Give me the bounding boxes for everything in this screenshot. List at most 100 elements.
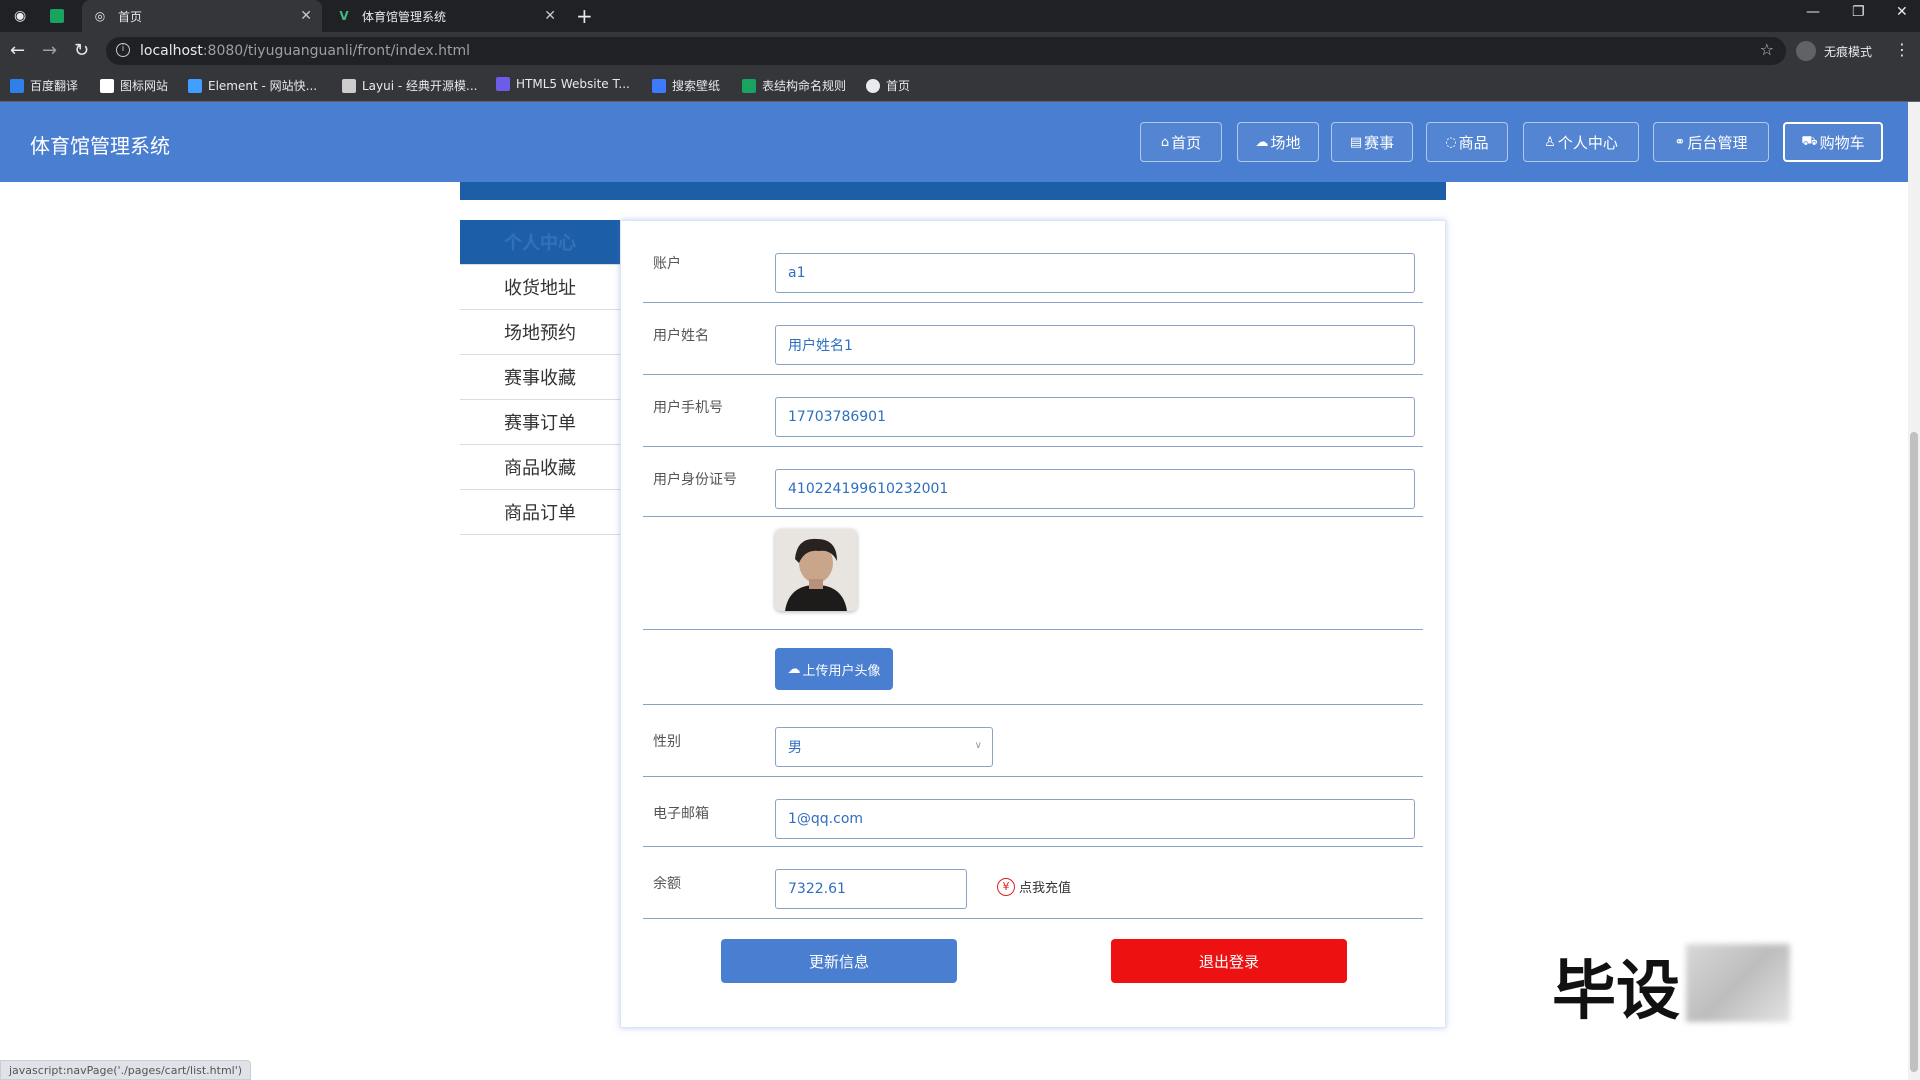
event-icon: ▤ xyxy=(1349,134,1363,150)
vue-icon: V xyxy=(339,9,349,23)
globe-icon xyxy=(866,78,880,93)
form-row-account: 账户 a1 xyxy=(643,221,1423,303)
profile-form: 账户 a1 用户姓名 用户姓名1 用户手机号 17703786901 用户身份证… xyxy=(620,220,1446,1028)
html5-icon xyxy=(496,77,510,91)
flag-icon xyxy=(100,78,114,93)
logout-button[interactable]: 退出登录 xyxy=(1111,939,1347,983)
form-row-id-card: 用户身份证号 410224199610232001 xyxy=(643,447,1423,517)
field-label: 用户姓名 xyxy=(653,328,709,344)
minimize-icon[interactable]: — xyxy=(1806,4,1820,20)
incognito-icon xyxy=(1796,41,1816,61)
bookmark-item[interactable]: HTML5 Website T... xyxy=(496,77,630,91)
sheet-icon xyxy=(742,78,756,93)
account-field[interactable]: a1 xyxy=(775,253,1415,293)
tab-title: 体育馆管理系统 xyxy=(362,9,447,24)
side-item-venue-booking[interactable]: 场地预约 xyxy=(460,310,620,355)
side-item-event-favorites[interactable]: 赛事收藏 xyxy=(460,355,620,400)
bookmark-item[interactable]: 表结构命名规则 xyxy=(742,77,846,94)
side-item-personal-center[interactable]: 个人中心 xyxy=(460,220,620,265)
wallpaper-icon xyxy=(652,78,666,93)
bookmark-item[interactable]: 百度翻译 xyxy=(10,77,78,94)
browser-menu-icon[interactable]: ⋮ xyxy=(1894,40,1910,59)
balance-field: 7322.61 xyxy=(775,869,967,909)
bookmark-item[interactable]: 搜索壁纸 xyxy=(652,77,720,94)
field-label: 账户 xyxy=(653,256,681,272)
chevron-down-icon: ∨ xyxy=(974,740,982,751)
tab-system[interactable]: V 体育馆管理系统 ✕ xyxy=(326,0,566,32)
bookmark-item[interactable]: Layui - 经典开源模... xyxy=(342,77,477,94)
close-icon[interactable]: ✕ xyxy=(300,8,312,24)
bookmark-item[interactable]: Element - 网站快... xyxy=(188,77,317,94)
close-icon[interactable]: ✕ xyxy=(544,8,556,24)
translate-icon xyxy=(10,78,24,93)
nav-cart[interactable]: ⛟ 购物车 xyxy=(1783,122,1883,162)
new-tab-button[interactable]: + xyxy=(576,4,593,28)
bookmark-item[interactable]: 图标网站 xyxy=(100,77,168,94)
watermark-blur xyxy=(1686,944,1790,1022)
sheet-icon xyxy=(50,9,64,23)
close-window-icon[interactable]: ✕ xyxy=(1896,4,1908,20)
form-row-balance: 余额 7322.61 ¥ 点我充值 xyxy=(643,847,1423,919)
cart-icon: ⛟ xyxy=(1801,133,1818,149)
field-label: 用户身份证号 xyxy=(653,472,737,488)
nav-personal-center[interactable]: ♙ 个人中心 xyxy=(1523,122,1639,162)
incognito-label: 无痕模式 xyxy=(1824,44,1873,59)
info-icon[interactable]: i xyxy=(116,43,130,57)
goods-icon: ◌ xyxy=(1445,134,1457,150)
bookmark-star-icon[interactable]: ☆ xyxy=(1760,40,1774,59)
avatar xyxy=(775,529,857,611)
forward-icon[interactable]: → xyxy=(42,40,57,61)
nav-admin[interactable]: ⚭ 后台管理 xyxy=(1653,122,1769,162)
form-row-email: 电子邮箱 1@qq.com xyxy=(643,777,1423,847)
id-card-field[interactable]: 410224199610232001 xyxy=(775,469,1415,509)
tab-title: 首页 xyxy=(118,9,143,24)
side-item-goods-orders[interactable]: 商品订单 xyxy=(460,490,620,535)
name-field[interactable]: 用户姓名1 xyxy=(775,325,1415,365)
field-label: 用户手机号 xyxy=(653,400,723,416)
watermark-text: 毕设 xyxy=(1552,955,1680,1029)
reload-icon[interactable]: ↻ xyxy=(74,40,89,61)
globe-icon: ◎ xyxy=(94,9,106,23)
side-item-address[interactable]: 收货地址 xyxy=(460,265,620,310)
page-banner xyxy=(460,182,1446,200)
phone-field[interactable]: 17703786901 xyxy=(775,397,1415,437)
app-title: 体育馆管理系统 xyxy=(30,134,170,158)
url-text: localhost:8080/tiyuguanguanli/front/inde… xyxy=(140,43,471,59)
incognito-indicator[interactable]: 无痕模式 xyxy=(1796,41,1872,61)
yen-icon: ¥ xyxy=(997,877,1015,896)
user-icon: ♙ xyxy=(1544,134,1556,150)
field-label: 电子邮箱 xyxy=(653,806,709,822)
nav-goods[interactable]: ◌ 商品 xyxy=(1426,122,1508,162)
side-item-event-orders[interactable]: 赛事订单 xyxy=(460,400,620,445)
bookmarks-bar: 百度翻译 图标网站 Element - 网站快... Layui - 经典开源模… xyxy=(0,70,1920,102)
gender-select[interactable]: 男 ∨ xyxy=(775,727,993,767)
layui-icon xyxy=(342,78,356,93)
browser-app-icon: ◉ xyxy=(14,8,27,24)
page-scrollbar[interactable] xyxy=(1908,102,1920,1080)
upload-avatar-button[interactable]: ☁ 上传用户头像 xyxy=(775,648,893,690)
bookmark-item[interactable]: 首页 xyxy=(866,77,910,94)
field-label: 余额 xyxy=(653,876,681,892)
form-row-phone: 用户手机号 17703786901 xyxy=(643,375,1423,447)
pinned-tab[interactable] xyxy=(40,0,76,32)
nav-home[interactable]: ⌂ 首页 xyxy=(1140,122,1222,162)
url-input[interactable]: i localhost:8080/tiyuguanguanli/front/in… xyxy=(106,37,1786,65)
home-icon: ⌂ xyxy=(1160,134,1170,150)
venue-icon: ☁ xyxy=(1255,134,1269,150)
back-icon[interactable]: ← xyxy=(10,40,25,61)
form-row-avatar xyxy=(643,517,1423,630)
field-label: 性别 xyxy=(653,734,681,750)
recharge-link[interactable]: ¥ 点我充值 xyxy=(997,877,1071,896)
scroll-thumb[interactable] xyxy=(1910,432,1918,1072)
tab-home[interactable]: ◎ 首页 ✕ xyxy=(82,0,322,32)
restore-icon[interactable]: ❐ xyxy=(1852,4,1865,20)
side-item-goods-favorites[interactable]: 商品收藏 xyxy=(460,445,620,490)
form-row-name: 用户姓名 用户姓名1 xyxy=(643,303,1423,375)
address-bar: ← → ↻ i localhost:8080/tiyuguanguanli/fr… xyxy=(0,32,1920,70)
update-info-button[interactable]: 更新信息 xyxy=(721,939,957,983)
link-icon: ⚭ xyxy=(1674,134,1686,150)
email-field[interactable]: 1@qq.com xyxy=(775,799,1415,839)
browser-tab-bar: ◉ ◎ 首页 ✕ V 体育馆管理系统 ✕ + — ❐ ✕ xyxy=(0,0,1920,32)
nav-events[interactable]: ▤ 赛事 xyxy=(1331,122,1413,162)
nav-venue[interactable]: ☁ 场地 xyxy=(1237,122,1319,162)
